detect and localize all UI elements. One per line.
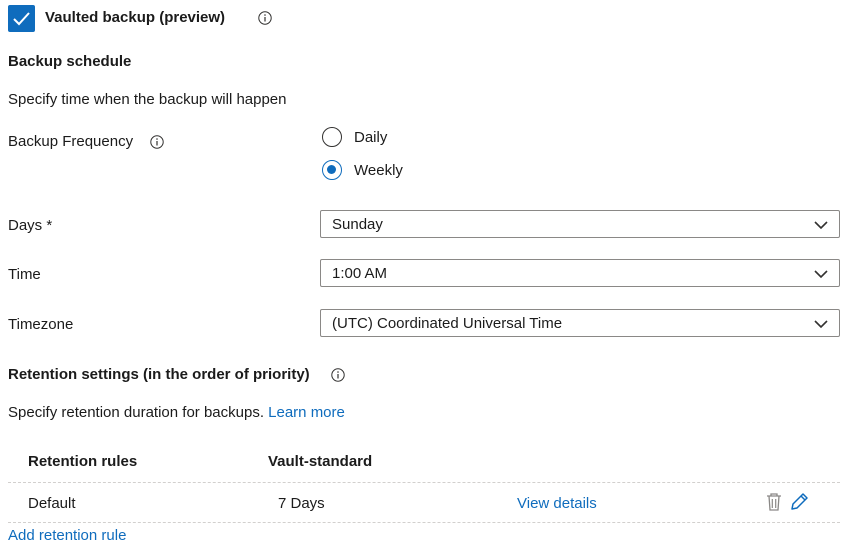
time-label: Time <box>8 266 41 283</box>
chevron-down-icon <box>814 221 828 230</box>
edit-pencil-icon[interactable] <box>789 491 810 512</box>
chevron-down-icon <box>814 270 828 279</box>
backup-frequency-label: Backup Frequency <box>8 133 134 150</box>
trash-icon[interactable] <box>765 492 783 512</box>
radio-weekly-circle[interactable] <box>322 160 342 180</box>
vaulted-backup-label: Vaulted backup (preview) <box>45 9 226 26</box>
radio-daily-label: Daily <box>354 129 388 146</box>
radio-weekly-label: Weekly <box>354 162 403 179</box>
table-row: Default 7 Days View details <box>8 483 840 521</box>
retention-settings-heading: Retention settings (in the order of prio… <box>8 366 310 383</box>
table-divider <box>8 522 840 523</box>
row-rule-name: Default <box>28 495 76 512</box>
backup-schedule-description: Specify time when the backup will happen <box>8 91 287 108</box>
retention-description-text: Specify retention duration for backups. <box>8 404 264 421</box>
info-icon[interactable] <box>258 11 272 25</box>
learn-more-link[interactable]: Learn more <box>268 404 345 421</box>
info-icon[interactable] <box>150 135 164 149</box>
add-retention-rule-link[interactable]: Add retention rule <box>8 527 126 544</box>
days-dropdown[interactable]: Sunday <box>320 210 840 238</box>
timezone-label: Timezone <box>8 316 74 333</box>
timezone-dropdown[interactable]: (UTC) Coordinated Universal Time <box>320 309 840 337</box>
days-label: Days * <box>8 217 53 234</box>
time-dropdown-value: 1:00 AM <box>332 265 388 282</box>
radio-option-weekly[interactable]: Weekly <box>322 160 442 182</box>
chevron-down-icon <box>814 320 828 329</box>
vaulted-backup-checkbox[interactable] <box>8 5 35 32</box>
retention-description: Specify retention duration for backups. … <box>8 404 345 421</box>
checkmark-icon <box>13 12 30 26</box>
view-details-link[interactable]: View details <box>517 495 597 512</box>
days-dropdown-value: Sunday <box>332 216 383 233</box>
radio-daily-circle[interactable] <box>322 127 342 147</box>
row-vault-standard: 7 Days <box>278 495 325 512</box>
timezone-dropdown-value: (UTC) Coordinated Universal Time <box>332 315 563 332</box>
backup-schedule-heading: Backup schedule <box>8 53 132 70</box>
info-icon[interactable] <box>331 368 345 382</box>
radio-option-daily[interactable]: Daily <box>322 127 442 149</box>
column-header-retention-rules: Retention rules <box>28 453 138 470</box>
time-dropdown[interactable]: 1:00 AM <box>320 259 840 287</box>
column-header-vault-standard: Vault-standard <box>268 453 373 470</box>
